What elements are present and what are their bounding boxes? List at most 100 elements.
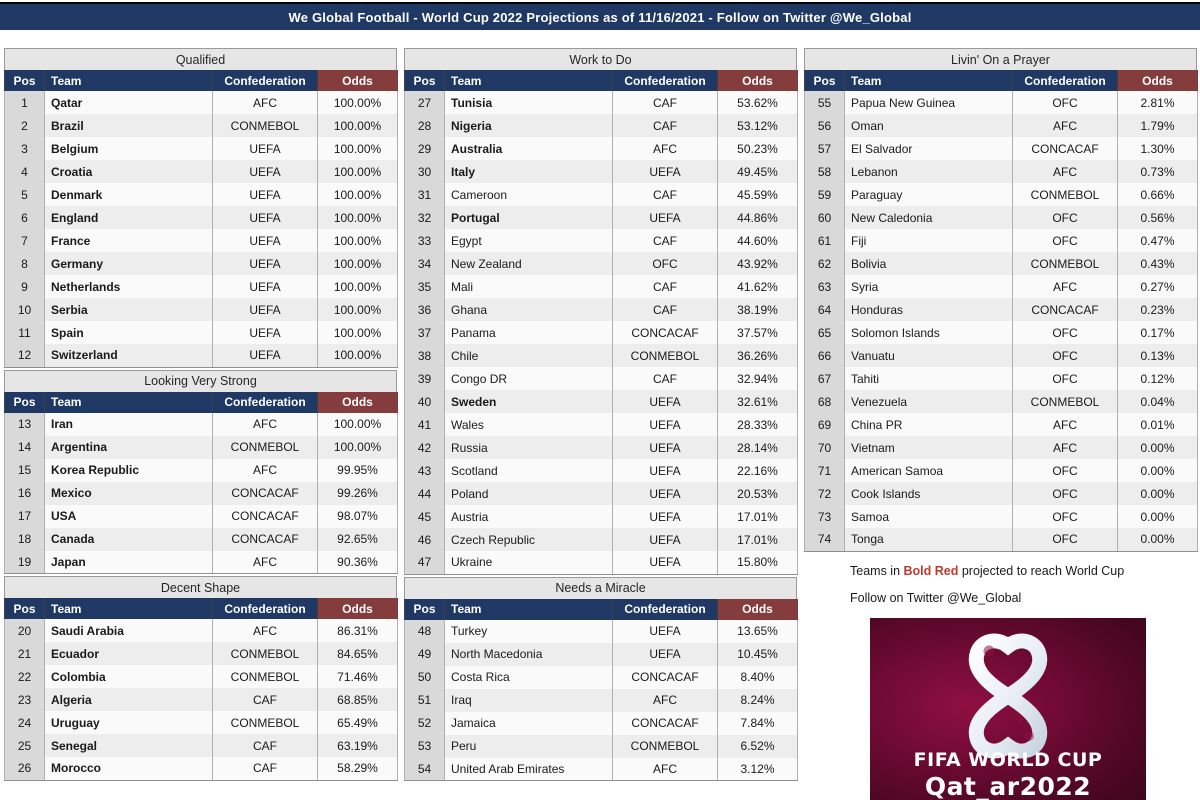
- table-row[interactable]: 65 Solomon Islands OFC 0.17%: [804, 321, 1198, 344]
- table-row[interactable]: 42 Russia UEFA 28.14%: [404, 436, 798, 459]
- column-header-odds[interactable]: Odds: [717, 70, 798, 91]
- table-row[interactable]: 19 Japan AFC 90.36%: [4, 550, 398, 574]
- table-row[interactable]: 40 Sweden UEFA 32.61%: [404, 390, 798, 413]
- table-row[interactable]: 30 Italy UEFA 49.45%: [404, 160, 798, 183]
- table-row[interactable]: 39 Congo DR CAF 32.94%: [404, 367, 798, 390]
- table-row[interactable]: 38 Chile CONMEBOL 36.26%: [404, 344, 798, 367]
- table-row[interactable]: 14 Argentina CONMEBOL 100.00%: [4, 435, 398, 459]
- column-header-confederation[interactable]: Confederation: [212, 391, 318, 413]
- column-header-pos[interactable]: Pos: [4, 70, 45, 91]
- table-row[interactable]: 44 Poland UEFA 20.53%: [404, 482, 798, 505]
- table-row[interactable]: 6 England UEFA 100.00%: [4, 206, 398, 229]
- table-row[interactable]: 15 Korea Republic AFC 99.95%: [4, 458, 398, 482]
- cell-position: 40: [404, 390, 445, 413]
- table-row[interactable]: 47 Ukraine UEFA 15.80%: [404, 551, 798, 575]
- table-row[interactable]: 53 Peru CONMEBOL 6.52%: [404, 734, 798, 758]
- table-row[interactable]: 48 Turkey UEFA 13.65%: [404, 619, 798, 643]
- column-header-odds[interactable]: Odds: [717, 598, 798, 620]
- table-row[interactable]: 17 USA CONCACAF 98.07%: [4, 504, 398, 528]
- table-row[interactable]: 74 Tonga OFC 0.00%: [804, 528, 1198, 552]
- column-header-pos[interactable]: Pos: [404, 70, 445, 91]
- column-header-team[interactable]: Team: [44, 70, 213, 91]
- table-row[interactable]: 52 Jamaica CONCACAF 7.84%: [404, 711, 798, 735]
- table-row[interactable]: 4 Croatia UEFA 100.00%: [4, 160, 398, 183]
- table-row[interactable]: 58 Lebanon AFC 0.73%: [804, 160, 1198, 183]
- column-header-pos[interactable]: Pos: [4, 598, 45, 619]
- table-row[interactable]: 31 Cameroon CAF 45.59%: [404, 183, 798, 206]
- table-row[interactable]: 46 Czech Republic UEFA 17.01%: [404, 528, 798, 551]
- column-header-team[interactable]: Team: [44, 391, 213, 413]
- table-row[interactable]: 22 Colombia CONMEBOL 71.46%: [4, 665, 398, 688]
- column-header-odds[interactable]: Odds: [317, 70, 398, 91]
- table-row[interactable]: 73 Samoa OFC 0.00%: [804, 505, 1198, 528]
- table-row[interactable]: 5 Denmark UEFA 100.00%: [4, 183, 398, 206]
- table-row[interactable]: 8 Germany UEFA 100.00%: [4, 252, 398, 275]
- table-row[interactable]: 24 Uruguay CONMEBOL 65.49%: [4, 711, 398, 734]
- column-header-team[interactable]: Team: [444, 70, 613, 91]
- table-row[interactable]: 34 New Zealand OFC 43.92%: [404, 252, 798, 275]
- table-row[interactable]: 63 Syria AFC 0.27%: [804, 275, 1198, 298]
- column-header-odds[interactable]: Odds: [317, 391, 398, 413]
- table-row[interactable]: 55 Papua New Guinea OFC 2.81%: [804, 91, 1198, 114]
- table-row[interactable]: 56 Oman AFC 1.79%: [804, 114, 1198, 137]
- table-row[interactable]: 70 Vietnam AFC 0.00%: [804, 436, 1198, 459]
- table-row[interactable]: 33 Egypt CAF 44.60%: [404, 229, 798, 252]
- table-row[interactable]: 59 Paraguay CONMEBOL 0.66%: [804, 183, 1198, 206]
- column-header-confederation[interactable]: Confederation: [612, 598, 718, 620]
- table-row[interactable]: 9 Netherlands UEFA 100.00%: [4, 275, 398, 298]
- table-row[interactable]: 57 El Salvador CONCACAF 1.30%: [804, 137, 1198, 160]
- column-header-team[interactable]: Team: [844, 70, 1013, 91]
- table-row[interactable]: 7 France UEFA 100.00%: [4, 229, 398, 252]
- table-row[interactable]: 62 Bolivia CONMEBOL 0.43%: [804, 252, 1198, 275]
- table-row[interactable]: 3 Belgium UEFA 100.00%: [4, 137, 398, 160]
- column-header-pos[interactable]: Pos: [404, 598, 445, 620]
- table-row[interactable]: 51 Iraq AFC 8.24%: [404, 688, 798, 712]
- table-row[interactable]: 71 American Samoa OFC 0.00%: [804, 459, 1198, 482]
- table-row[interactable]: 72 Cook Islands OFC 0.00%: [804, 482, 1198, 505]
- column-header-confederation[interactable]: Confederation: [212, 598, 318, 619]
- table-row[interactable]: 43 Scotland UEFA 22.16%: [404, 459, 798, 482]
- table-row[interactable]: 16 Mexico CONCACAF 99.26%: [4, 481, 398, 505]
- column-header-team[interactable]: Team: [44, 598, 213, 619]
- table-row[interactable]: 37 Panama CONCACAF 37.57%: [404, 321, 798, 344]
- table-row[interactable]: 18 Canada CONCACAF 92.65%: [4, 527, 398, 551]
- table-row[interactable]: 69 China PR AFC 0.01%: [804, 413, 1198, 436]
- cell-confederation: AFC: [1012, 114, 1118, 137]
- table-row[interactable]: 28 Nigeria CAF 53.12%: [404, 114, 798, 137]
- table-row[interactable]: 1 Qatar AFC 100.00%: [4, 91, 398, 114]
- table-row[interactable]: 35 Mali CAF 41.62%: [404, 275, 798, 298]
- table-row[interactable]: 25 Senegal CAF 63.19%: [4, 734, 398, 757]
- table-row[interactable]: 45 Austria UEFA 17.01%: [404, 505, 798, 528]
- table-row[interactable]: 10 Serbia UEFA 100.00%: [4, 298, 398, 321]
- table-row[interactable]: 21 Ecuador CONMEBOL 84.65%: [4, 642, 398, 665]
- column-header-confederation[interactable]: Confederation: [612, 70, 718, 91]
- table-row[interactable]: 49 North Macedonia UEFA 10.45%: [404, 642, 798, 666]
- table-row[interactable]: 41 Wales UEFA 28.33%: [404, 413, 798, 436]
- table-row[interactable]: 60 New Caledonia OFC 0.56%: [804, 206, 1198, 229]
- table-row[interactable]: 66 Vanuatu OFC 0.13%: [804, 344, 1198, 367]
- table-row[interactable]: 26 Morocco CAF 58.29%: [4, 757, 398, 781]
- column-header-pos[interactable]: Pos: [804, 70, 845, 91]
- table-row[interactable]: 54 United Arab Emirates AFC 3.12%: [404, 757, 798, 781]
- table-row[interactable]: 2 Brazil CONMEBOL 100.00%: [4, 114, 398, 137]
- table-row[interactable]: 27 Tunisia CAF 53.62%: [404, 91, 798, 114]
- table-row[interactable]: 68 Venezuela CONMEBOL 0.04%: [804, 390, 1198, 413]
- table-row[interactable]: 64 Honduras CONCACAF 0.23%: [804, 298, 1198, 321]
- table-row[interactable]: 29 Australia AFC 50.23%: [404, 137, 798, 160]
- column-header-odds[interactable]: Odds: [1117, 70, 1198, 91]
- column-header-pos[interactable]: Pos: [4, 391, 45, 413]
- table-row[interactable]: 67 Tahiti OFC 0.12%: [804, 367, 1198, 390]
- column-header-odds[interactable]: Odds: [317, 598, 398, 619]
- table-row[interactable]: 32 Portugal UEFA 44.86%: [404, 206, 798, 229]
- table-row[interactable]: 23 Algeria CAF 68.85%: [4, 688, 398, 711]
- table-row[interactable]: 13 Iran AFC 100.00%: [4, 412, 398, 436]
- table-row[interactable]: 36 Ghana CAF 38.19%: [404, 298, 798, 321]
- column-header-team[interactable]: Team: [444, 598, 613, 620]
- column-header-confederation[interactable]: Confederation: [1012, 70, 1118, 91]
- table-row[interactable]: 61 Fiji OFC 0.47%: [804, 229, 1198, 252]
- column-header-confederation[interactable]: Confederation: [212, 70, 318, 91]
- table-row[interactable]: 50 Costa Rica CONCACAF 8.40%: [404, 665, 798, 689]
- table-row[interactable]: 12 Switzerland UEFA 100.00%: [4, 344, 398, 368]
- table-row[interactable]: 20 Saudi Arabia AFC 86.31%: [4, 619, 398, 642]
- table-row[interactable]: 11 Spain UEFA 100.00%: [4, 321, 398, 344]
